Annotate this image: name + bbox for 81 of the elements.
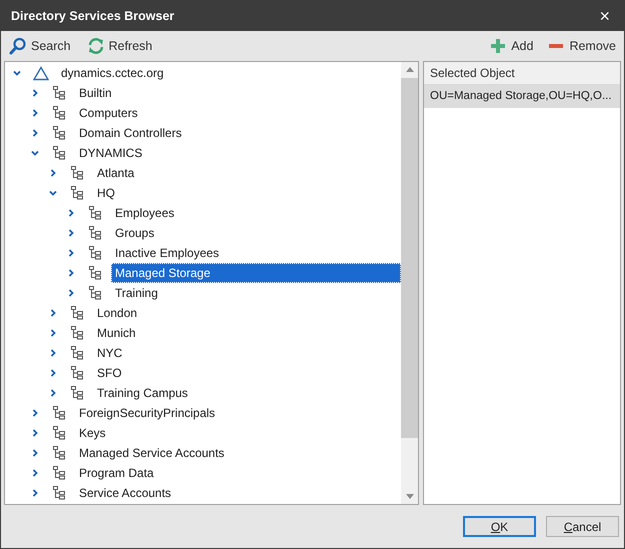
scrollbar[interactable] [401,62,418,504]
list-row[interactable]: OU=Managed Storage,OU=HQ,O... [424,85,620,108]
hierarchy-icon [71,326,83,340]
chevron-right-icon[interactable] [31,489,39,497]
hierarchy-icon [71,366,83,380]
tree-item[interactable]: Groups [111,223,158,243]
tree-item[interactable]: Training Campus [93,383,192,403]
hierarchy-icon [53,406,65,420]
chevron-right-icon[interactable] [67,269,75,277]
chevron-right-icon[interactable] [49,389,57,397]
tree-item[interactable]: Employees [111,203,178,223]
tree-item[interactable]: Inactive Employees [111,243,224,263]
hierarchy-icon [71,306,83,320]
tree-item[interactable]: Managed Service Accounts [75,443,228,463]
hierarchy-icon [89,246,101,260]
triangle-icon [33,66,49,80]
hierarchy-icon [53,106,65,120]
chevron-right-icon[interactable] [49,369,57,377]
cancel-button[interactable]: Cancel [546,516,619,537]
tree-item[interactable]: dynamics.cctec.org [57,63,168,83]
chevron-right-icon[interactable] [67,289,75,297]
hierarchy-icon [71,166,83,180]
chevron-right-icon[interactable] [31,129,39,137]
refresh-button[interactable]: Refresh [86,36,152,56]
tree-item[interactable]: ForeignSecurityPrincipals [75,403,220,423]
tree-item[interactable]: Computers [75,103,142,123]
hierarchy-icon [89,286,101,300]
plus-icon [491,39,506,53]
chevron-down-icon[interactable] [13,69,21,77]
hierarchy-icon [53,486,65,500]
hierarchy-icon [53,426,65,440]
chevron-right-icon[interactable] [31,89,39,97]
hierarchy-icon [71,386,83,400]
tree-item[interactable]: Program Data [75,463,158,483]
chevron-right-icon[interactable] [49,169,57,177]
tree-item[interactable]: Training [111,283,162,303]
hierarchy-icon [71,346,83,360]
remove-button[interactable]: Remove [549,36,616,56]
chevron-right-icon[interactable] [67,209,75,217]
close-button[interactable]: × [595,7,614,25]
search-button[interactable]: Search [9,36,71,56]
tree-item[interactable]: London [93,303,142,323]
tree-item[interactable]: HQ [93,183,119,203]
ok-button[interactable]: OK [463,516,536,537]
tree-item[interactable]: Keys [75,423,110,443]
tree-item[interactable]: DYNAMICS [75,143,146,163]
window-title: Directory Services Browser [11,8,174,25]
hierarchy-icon [89,206,101,220]
tree-item[interactable]: Service Accounts [75,483,176,503]
hierarchy-icon [53,126,65,140]
tree-item[interactable]: Managed Storage [111,263,401,283]
scrollbar-thumb[interactable] [401,78,418,438]
chevron-right-icon[interactable] [31,429,39,437]
chevron-right-icon[interactable] [49,329,57,337]
add-button[interactable]: Add [491,36,534,56]
chevron-down-icon[interactable] [49,189,57,197]
refresh-icon [86,37,105,55]
chevron-right-icon[interactable] [49,309,57,317]
chevron-right-icon[interactable] [31,409,39,417]
hierarchy-icon [89,266,101,280]
chevron-right-icon[interactable] [31,449,39,457]
hierarchy-icon [89,226,101,240]
chevron-right-icon[interactable] [67,229,75,237]
hierarchy-icon [53,446,65,460]
tree-item[interactable]: Atlanta [93,163,138,183]
hierarchy-icon [53,86,65,100]
tree-item[interactable]: SFO [93,363,126,383]
hierarchy-icon [71,186,83,200]
tree-item[interactable]: NYC [93,343,126,363]
chevron-right-icon[interactable] [31,109,39,117]
search-icon [9,37,27,55]
column-header: Selected Object [424,62,620,85]
tree-item[interactable]: Builtin [75,83,116,103]
hierarchy-icon [53,466,65,480]
hierarchy-icon [53,146,65,160]
tree-item[interactable]: Munich [93,323,140,343]
chevron-right-icon[interactable] [67,249,75,257]
chevron-right-icon[interactable] [49,349,57,357]
chevron-down-icon[interactable] [31,149,39,157]
tree-item[interactable]: Domain Controllers [75,123,186,143]
chevron-right-icon[interactable] [31,469,39,477]
